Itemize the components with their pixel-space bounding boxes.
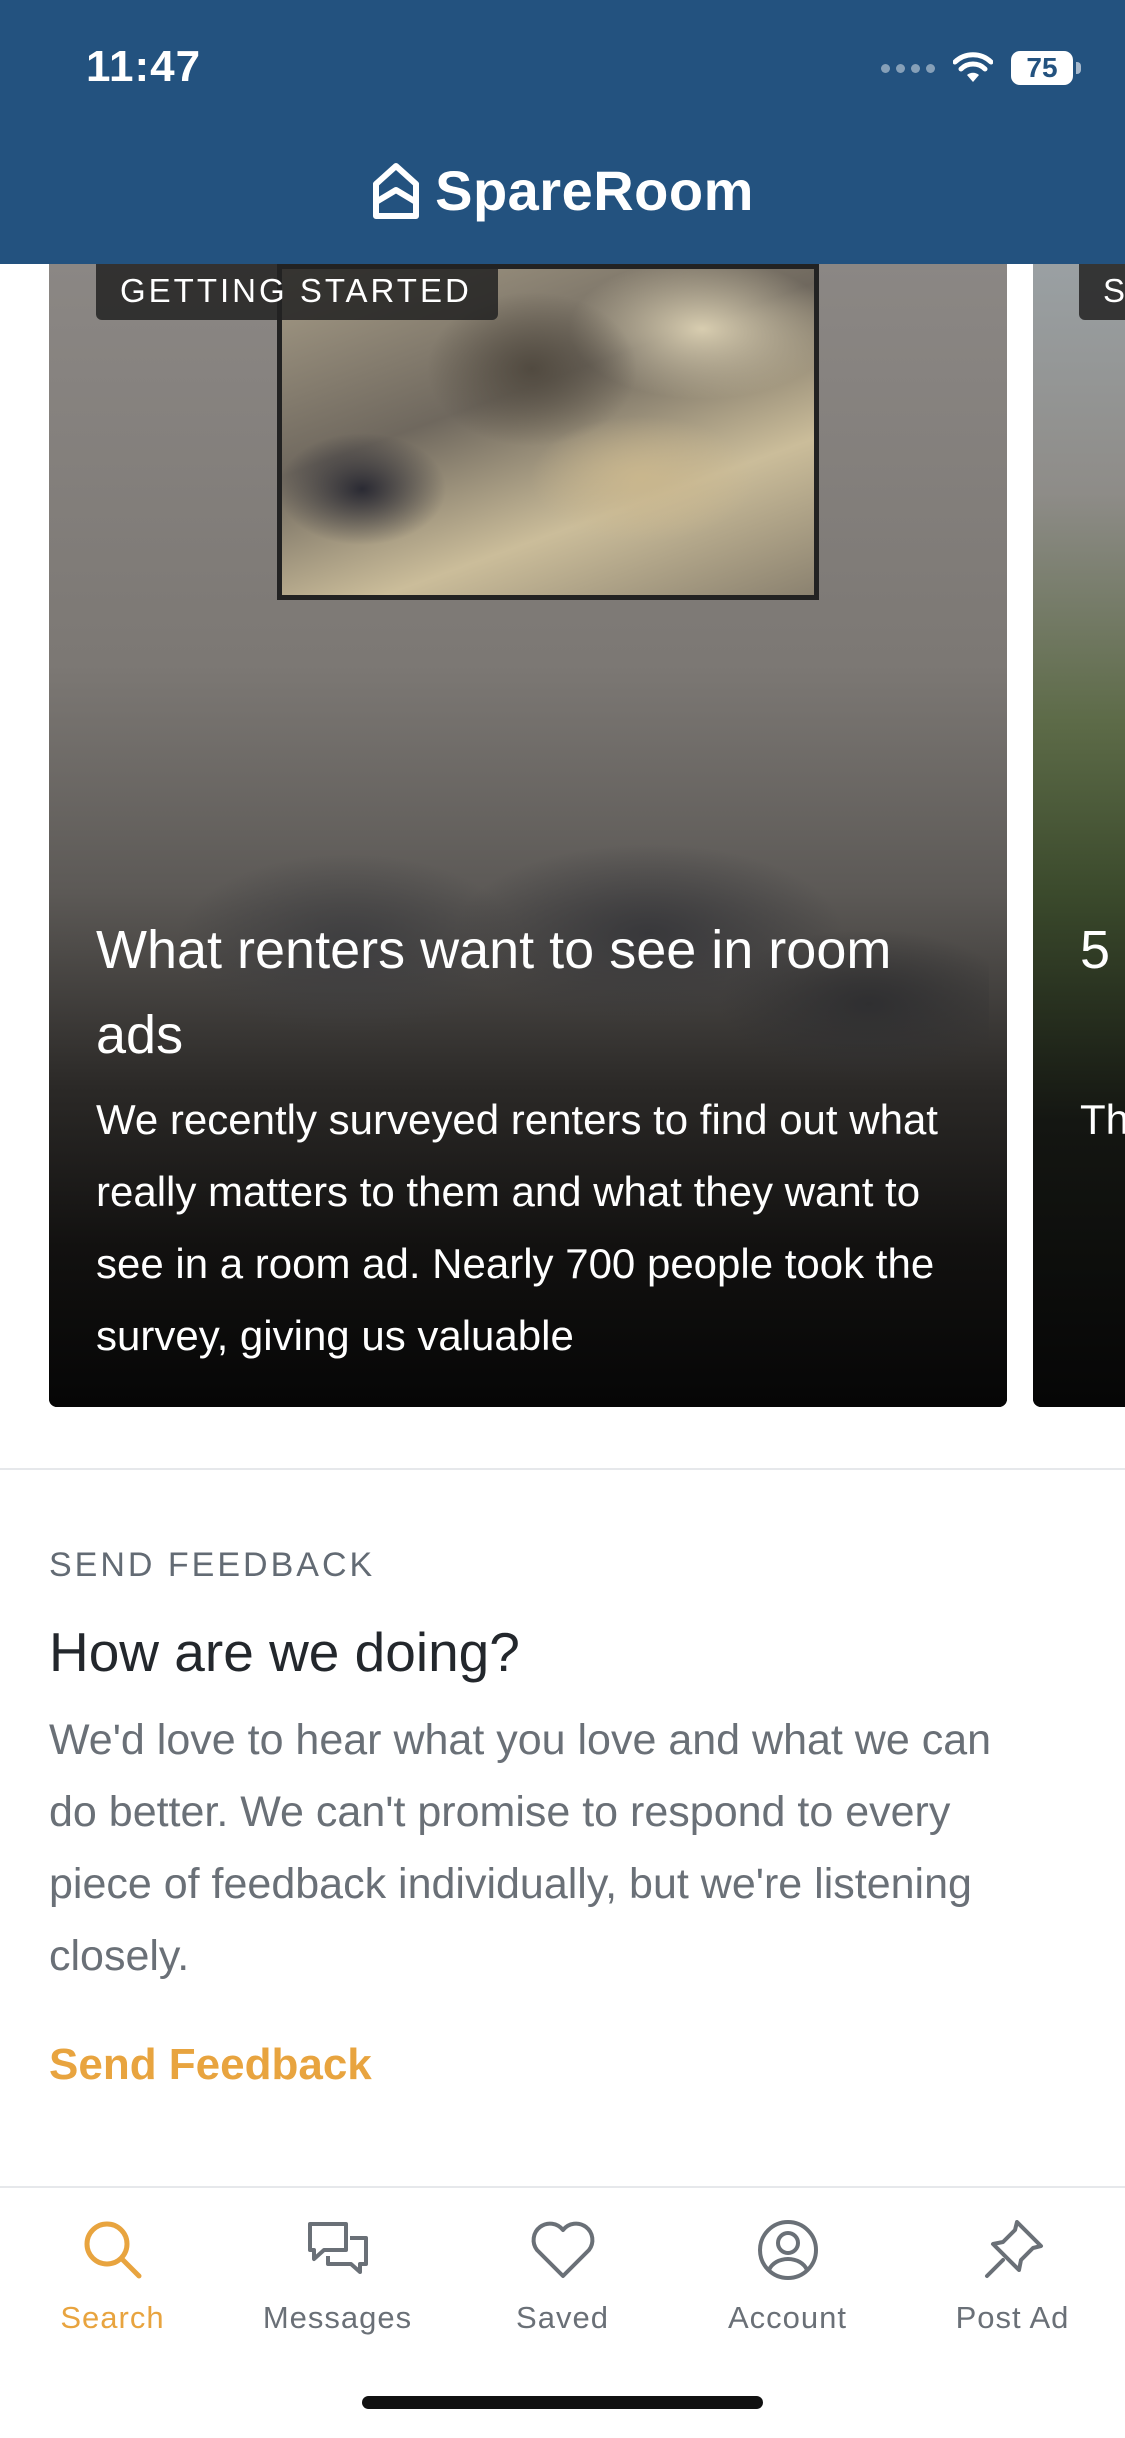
- tab-label: Messages: [262, 2300, 413, 2335]
- feedback-description: We'd love to hear what you love and what…: [49, 1716, 992, 1980]
- feedback-kicker: SEND FEEDBACK: [49, 1546, 376, 1584]
- account-icon: [757, 2220, 818, 2280]
- app-header: 11:47 75 SpareRoom: [0, 0, 1125, 264]
- status-time: 11:47: [86, 42, 202, 91]
- articles-carousel[interactable]: GETTING STARTED What renters want to see…: [0, 264, 1125, 1407]
- tab-post-ad[interactable]: Post Ad: [900, 2214, 1125, 2336]
- tab-label: Saved: [516, 2300, 609, 2335]
- tab-label: Account: [727, 2300, 847, 2335]
- home-indicator[interactable]: [362, 2396, 763, 2409]
- search-icon: [84, 2221, 141, 2279]
- article-excerpt: Th sir ha an: [1080, 1096, 1125, 1143]
- tab-label: Search: [60, 2300, 165, 2335]
- pin-icon: [984, 2220, 1043, 2278]
- article-category-badge: GETTING STARTED: [96, 264, 498, 320]
- article-category-badge: S: [1079, 264, 1125, 320]
- article-excerpt: We recently surveyed renters to find out…: [96, 1096, 938, 1359]
- wifi-icon: [953, 52, 993, 82]
- section-divider: [0, 1468, 1125, 1470]
- status-icons: 75: [881, 48, 1081, 88]
- house-logo-icon: [373, 162, 420, 219]
- messages-icon: [307, 2222, 368, 2274]
- article-image: [1033, 264, 1125, 1407]
- tab-saved[interactable]: Saved: [450, 2214, 675, 2336]
- send-feedback-link[interactable]: Send Feedback: [49, 2040, 372, 2090]
- feedback-title: How are we doing?: [49, 1621, 520, 1683]
- tab-search[interactable]: Search: [0, 2214, 225, 2336]
- cellular-signal-icon: [881, 63, 935, 73]
- heart-icon: [531, 2221, 594, 2278]
- tab-account[interactable]: Account: [675, 2214, 900, 2336]
- article-card-next[interactable]: S 5 ab Th sir ha an: [1033, 264, 1125, 1407]
- brand-name: SpareRoom: [435, 159, 754, 222]
- battery-icon: 75: [1011, 51, 1081, 85]
- brand-logo: SpareRoom: [0, 158, 1125, 223]
- tab-label: Post Ad: [955, 2300, 1070, 2335]
- article-card[interactable]: GETTING STARTED What renters want to see…: [49, 264, 1007, 1407]
- tab-messages[interactable]: Messages: [225, 2214, 450, 2336]
- article-title: 5 ab: [1080, 920, 1125, 980]
- article-title: What renters want to see in room ads: [96, 920, 892, 1065]
